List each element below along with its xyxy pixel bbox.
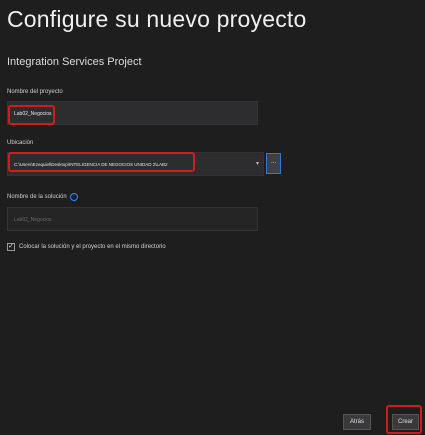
back-button[interactable]: Atrás [343, 414, 371, 430]
same-directory-row[interactable]: ✓ Colocar la solución y el proyecto en e… [7, 243, 166, 251]
location-field[interactable]: C:\Users\Ezequiel\Desktop\INTELIGENCIA D… [7, 152, 264, 176]
project-name-field[interactable]: Lab02_Negocios [7, 101, 258, 125]
configure-project-page: Configure su nuevo proyecto Integration … [0, 0, 425, 435]
solution-name-label-row: Nombre de la solución [7, 193, 78, 201]
solution-name-placeholder: Lab02_Negocios [14, 217, 52, 223]
solution-name-label: Nombre de la solución [7, 194, 67, 200]
same-directory-label: Colocar la solución y el proyecto en el … [19, 244, 166, 250]
location-label: Ubicación [7, 140, 34, 146]
page-title: Configure su nuevo proyecto [7, 6, 307, 32]
create-button[interactable]: Crear [392, 414, 419, 430]
project-type-label: Integration Services Project [7, 56, 142, 68]
checkmark-icon[interactable]: ✓ [7, 243, 15, 251]
location-value: C:\Users\Ezequiel\Desktop\INTELIGENCIA D… [14, 162, 168, 167]
info-icon[interactable] [69, 193, 78, 201]
project-name-label: Nombre del proyecto [7, 89, 63, 95]
browse-button[interactable]: ... [266, 153, 281, 174]
solution-name-field[interactable]: Lab02_Negocios [7, 207, 258, 231]
chevron-down-icon[interactable]: ▾ [256, 160, 259, 167]
project-name-value: Lab02_Negocios [14, 111, 52, 117]
